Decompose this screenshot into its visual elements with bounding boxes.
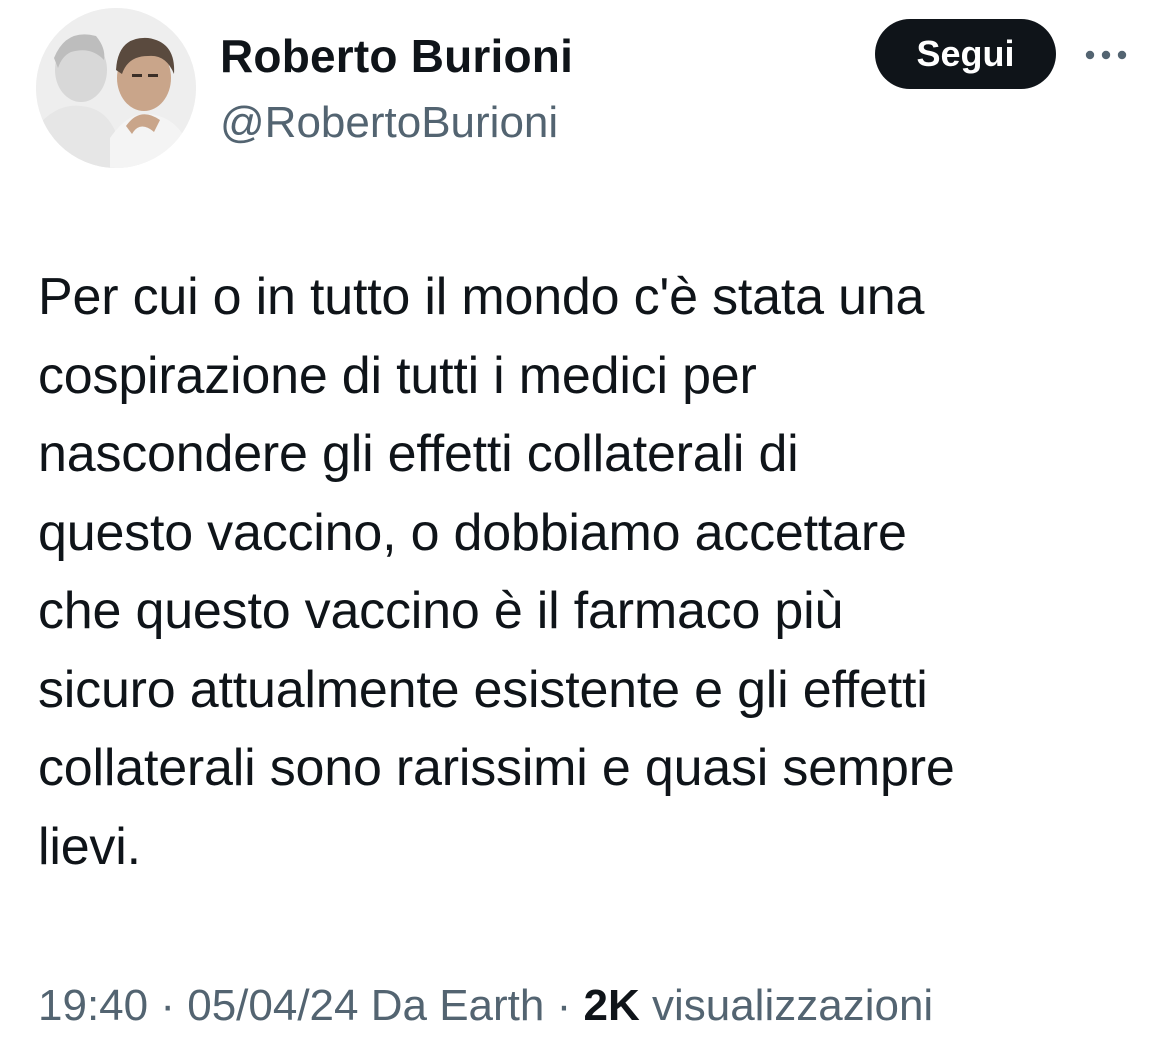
tweet-text: Per cui o in tutto il mondo c'è stata un…: [38, 268, 955, 876]
tweet-source: Da Earth: [358, 981, 545, 1030]
tweet-time[interactable]: 19:40: [38, 981, 148, 1030]
views-label: visualizzazioni: [639, 981, 934, 1030]
avatar-image: [36, 8, 196, 168]
tweet-card: Roberto Burioni @RobertoBurioni Segui Pe…: [0, 0, 1170, 1047]
meta-separator: ·: [148, 981, 188, 1030]
tweet-date[interactable]: 05/04/24: [187, 981, 358, 1030]
author-handle[interactable]: @RobertoBurioni: [220, 96, 558, 150]
avatar[interactable]: [36, 8, 196, 168]
tweet-metadata: 19:40 · 05/04/24 Da Earth · 2K visualizz…: [38, 978, 933, 1034]
more-options-button[interactable]: [1080, 40, 1132, 70]
meta-separator: ·: [544, 981, 584, 1030]
more-horizontal-icon: [1085, 50, 1127, 60]
follow-button[interactable]: Segui: [875, 19, 1056, 89]
views-count[interactable]: 2K: [583, 981, 639, 1030]
author-display-name[interactable]: Roberto Burioni: [220, 28, 573, 84]
